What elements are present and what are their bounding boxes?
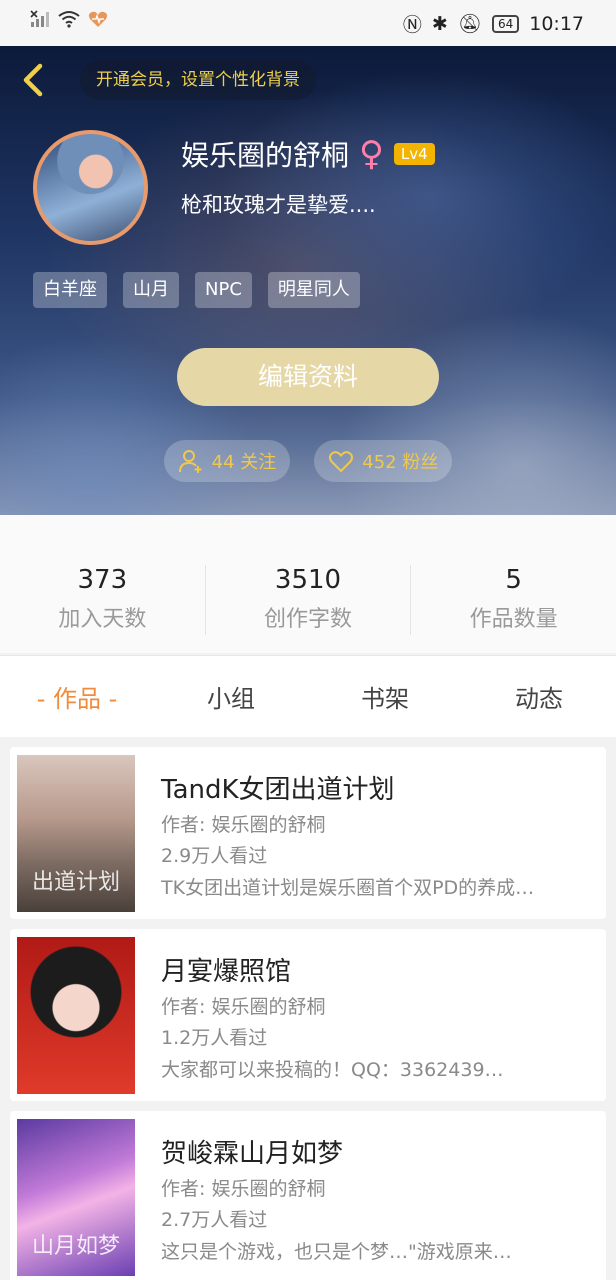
work-views: 2.7万人看过 [161, 1209, 268, 1231]
status-left [30, 10, 108, 28]
work-title: 贺峻霖山月如梦 [161, 1139, 344, 1169]
vip-background-prompt[interactable]: 开通会员，设置个性化背景 [80, 60, 316, 100]
works-list: 出道计划 TandK女团出道计划 作者: 娱乐圈的舒桐 2.9万人看过 TK女团… [10, 747, 606, 1280]
follow-row: 44 关注 452 粉丝 [0, 440, 616, 482]
cover-text: 出道计划 [31, 870, 120, 895]
status-right: Ⓝ ✱ 🔕︎ 64 10:17 [403, 10, 584, 37]
stat-label: 作品数量 [469, 607, 558, 632]
stat-value: 373 [77, 565, 128, 595]
tab-groups[interactable]: 小组 [154, 679, 308, 714]
clock: 10:17 [529, 12, 584, 35]
stat-value: 3510 [274, 565, 342, 595]
work-cover: 出道计划 [17, 755, 135, 912]
stats-bar: 373 加入天数 3510 创作字数 5 作品数量 [0, 515, 616, 653]
work-cover [17, 937, 135, 1094]
user-plus-icon [178, 450, 202, 473]
stat-label: 创作字数 [264, 607, 353, 632]
work-title: TandK女团出道计划 [161, 775, 395, 805]
tag: 白羊座 [33, 272, 107, 308]
status-bar: Ⓝ ✱ 🔕︎ 64 10:17 [0, 0, 616, 46]
work-cover: 山月如梦 [17, 1119, 135, 1276]
signature: 枪和玫瑰才是挚爱.... [181, 193, 376, 217]
tab-works[interactable]: - 作品 - [0, 679, 154, 714]
work-title: 月宴爆照馆 [161, 957, 292, 987]
work-description: TK女团出道计划是娱乐圈首个双PD的养成… [161, 877, 535, 899]
battery-indicator: 64 [491, 14, 520, 33]
level-badge: Lv4 [393, 143, 435, 165]
nfc-icon: Ⓝ [402, 14, 422, 36]
following-button[interactable]: 44 关注 [163, 440, 291, 482]
list-item[interactable]: 月宴爆照馆 作者: 娱乐圈的舒桐 1.2万人看过 大家都可以来投稿的！QQ：33… [10, 929, 606, 1101]
wifi-icon [58, 11, 80, 28]
cover-text: 山月如梦 [31, 1234, 120, 1259]
avatar[interactable] [33, 130, 148, 245]
following-count: 44 关注 [211, 452, 277, 473]
fans-count: 452 粉丝 [362, 452, 439, 473]
work-description: 这只是个游戏，也只是个梦…"游戏原来… [161, 1241, 512, 1263]
signal-icon [30, 10, 49, 27]
profile-header: 开通会员，设置个性化背景 娱乐圈的舒桐 ♀ Lv4 枪和玫瑰才是挚爱.... 白… [0, 46, 616, 515]
heart-outline-icon [329, 451, 354, 473]
tag: NPC [195, 272, 252, 308]
username: 娱乐圈的舒桐 [181, 139, 350, 172]
username-row: 娱乐圈的舒桐 ♀ Lv4 [181, 134, 435, 174]
bluetooth-icon: ✱ [431, 12, 448, 35]
work-views: 1.2万人看过 [161, 1027, 268, 1049]
stat-join-days: 373 加入天数 [0, 565, 206, 635]
tag-list: 白羊座 山月 NPC 明星同人 [33, 272, 360, 308]
tab-activity[interactable]: 动态 [462, 679, 616, 714]
list-item[interactable]: 山月如梦 贺峻霖山月如梦 作者: 娱乐圈的舒桐 2.7万人看过 这只是个游戏，也… [10, 1111, 606, 1280]
work-description: 大家都可以来投稿的！QQ：3362439… [161, 1059, 504, 1081]
tag: 明星同人 [267, 272, 360, 308]
work-author: 作者: 娱乐圈的舒桐 [161, 996, 326, 1018]
profile-tabs: - 作品 - 小组 书架 动态 [0, 655, 616, 737]
work-views: 2.9万人看过 [161, 845, 268, 867]
stat-value: 5 [505, 565, 522, 595]
mute-bell-icon: 🔕︎ [457, 13, 482, 35]
stat-works-count: 5 作品数量 [411, 565, 616, 635]
tag: 山月 [123, 272, 179, 308]
back-button[interactable] [14, 60, 54, 100]
chevron-left-icon [23, 63, 43, 97]
work-author: 作者: 娱乐圈的舒桐 [161, 814, 326, 836]
list-item[interactable]: 出道计划 TandK女团出道计划 作者: 娱乐圈的舒桐 2.9万人看过 TK女团… [10, 747, 606, 919]
edit-profile-button[interactable]: 编辑资料 [177, 348, 439, 406]
stat-label: 加入天数 [58, 607, 147, 632]
fans-button[interactable]: 452 粉丝 [314, 440, 453, 482]
tab-bookshelf[interactable]: 书架 [308, 679, 462, 714]
stat-word-count: 3510 创作字数 [206, 565, 412, 635]
work-author: 作者: 娱乐圈的舒桐 [161, 1178, 326, 1200]
heart-health-icon [88, 11, 108, 27]
female-icon: ♀ [359, 134, 384, 174]
